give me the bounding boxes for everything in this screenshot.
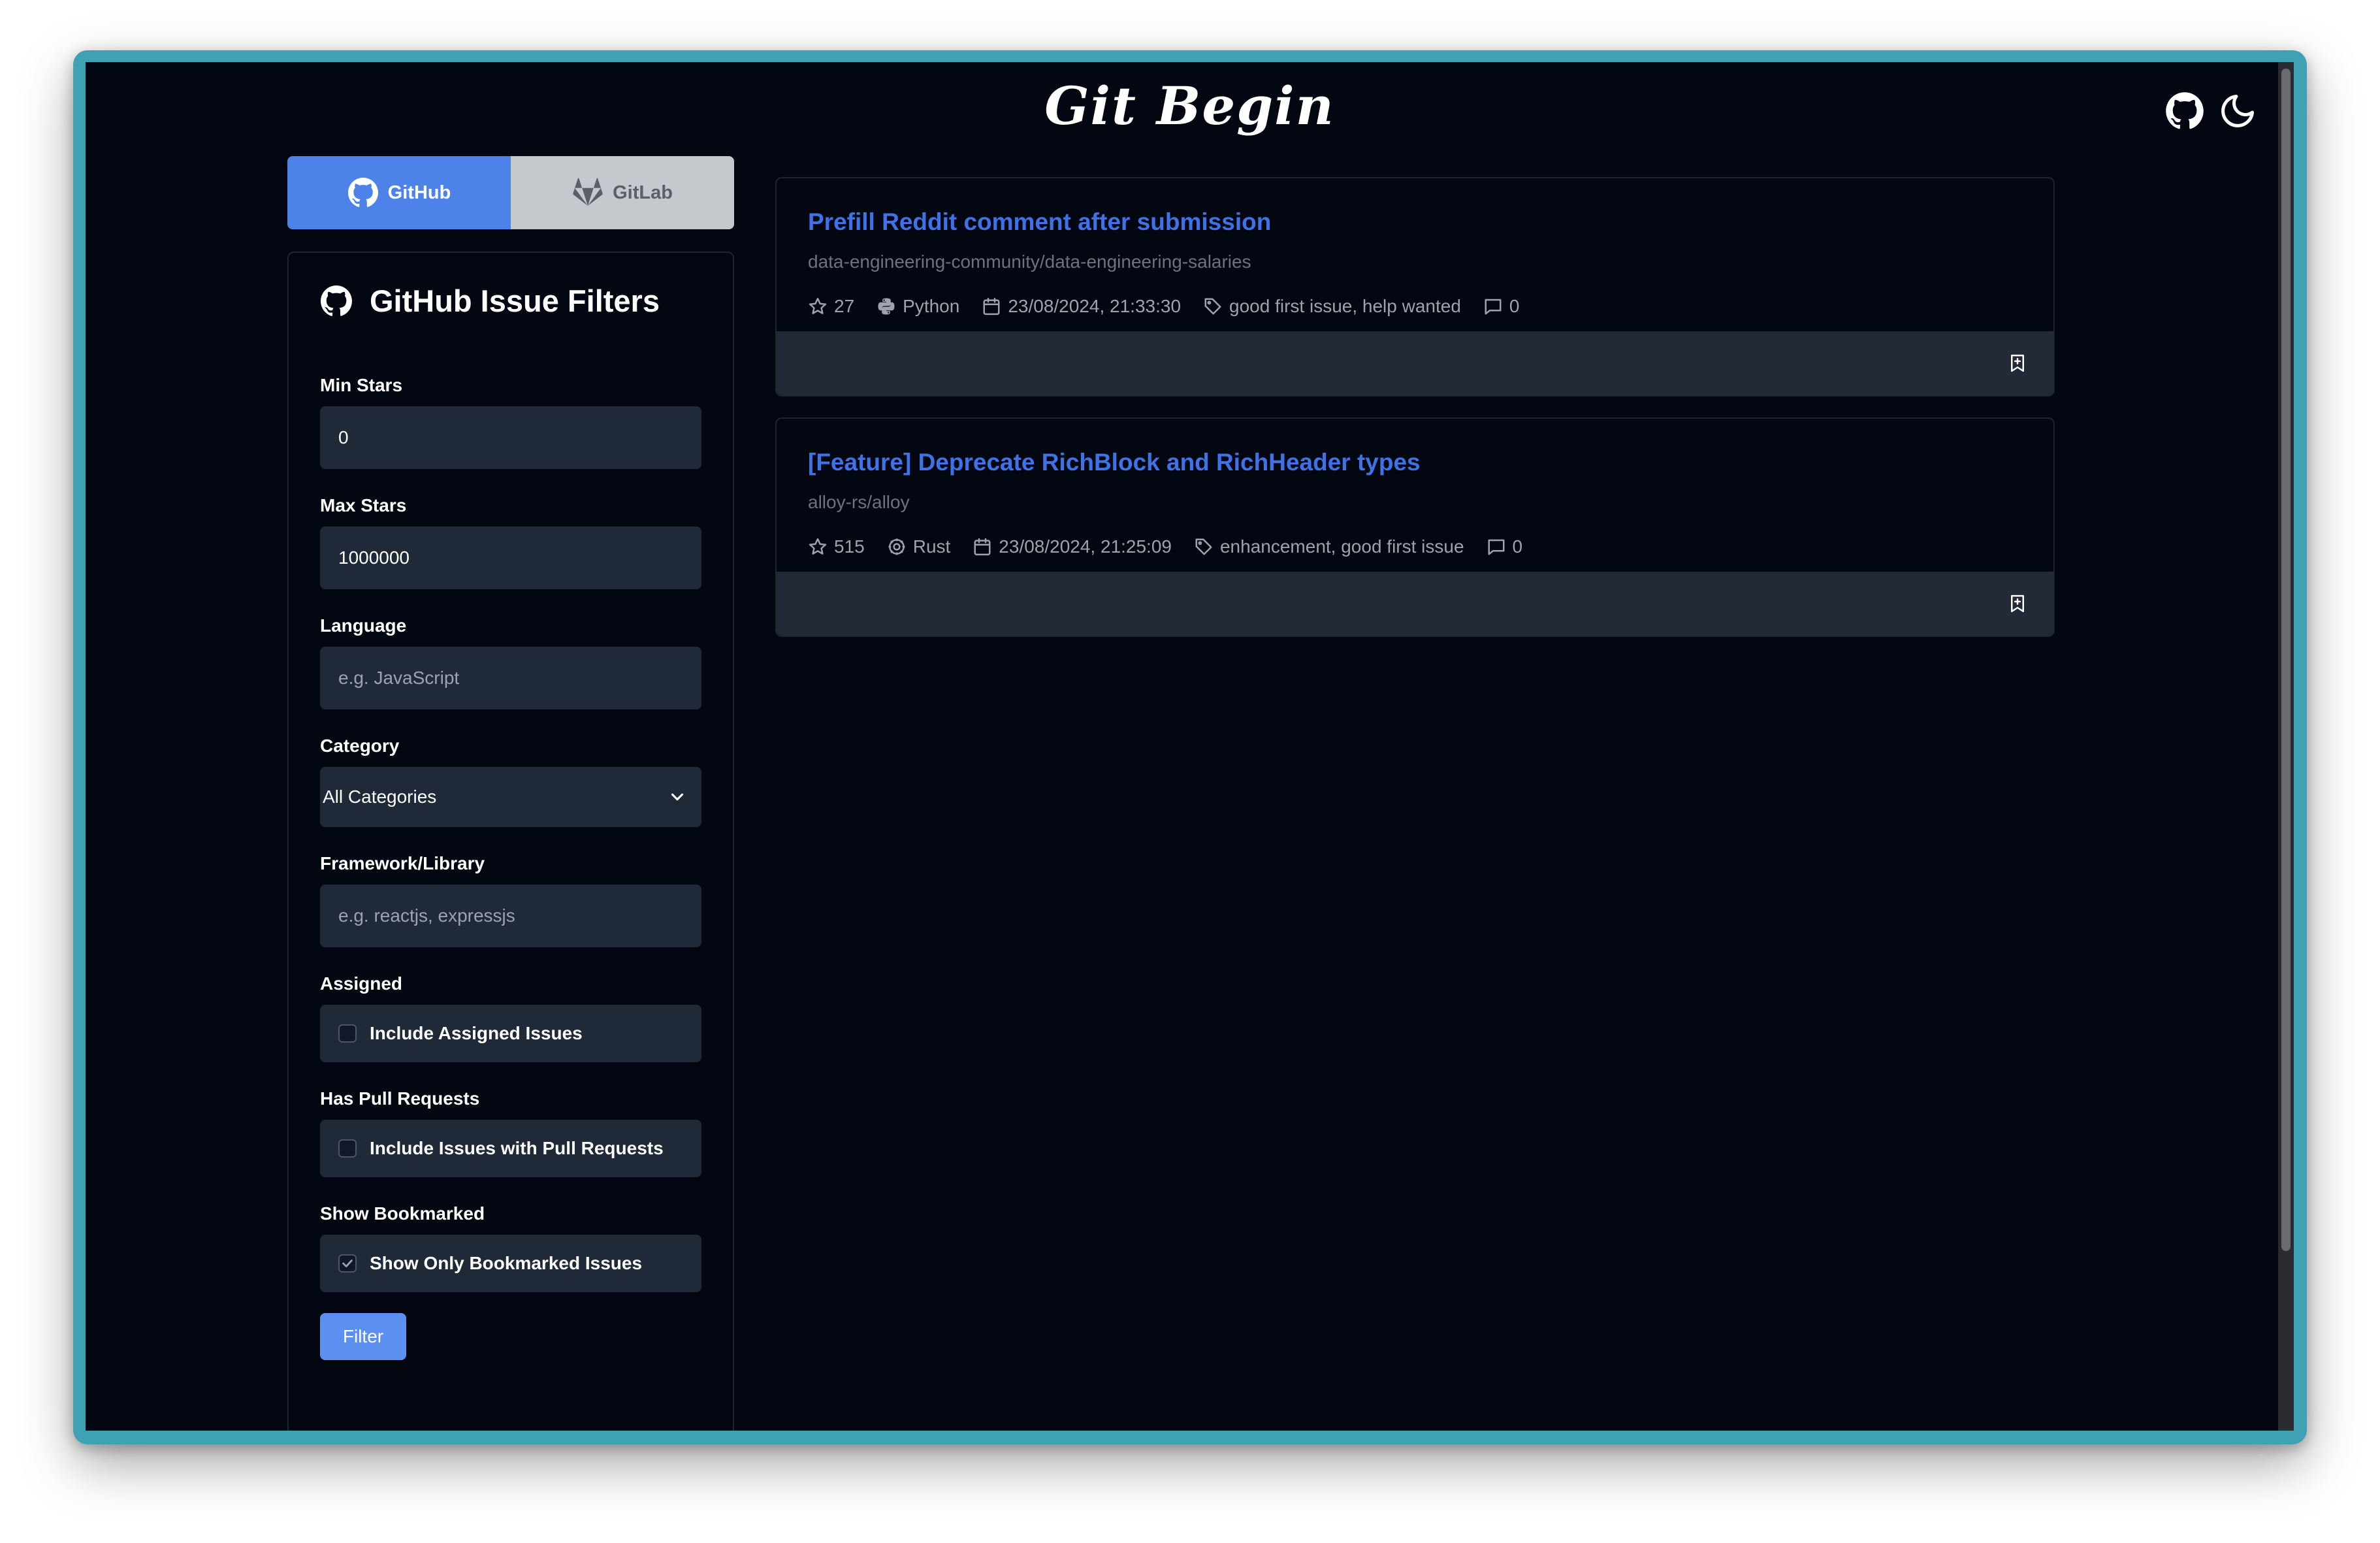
platform-tabs: GitHub GitLab (287, 156, 734, 229)
issue-repo: data-engineering-community/data-engineer… (808, 252, 1251, 272)
theme-toggle-moon-icon[interactable] (2218, 91, 2257, 131)
app-title: Git Begin (1044, 75, 1335, 137)
assigned-checkbox[interactable] (338, 1024, 357, 1043)
issue-date: 23/08/2024, 21:33:30 (1008, 296, 1182, 316)
tag-icon (1195, 538, 1212, 555)
language-label: Language (320, 615, 407, 636)
tab-github[interactable]: GitHub (287, 156, 511, 229)
bookmarked-checkbox-label: Show Only Bookmarked Issues (370, 1253, 643, 1273)
issue-stars: 27 (834, 296, 855, 316)
comment-icon (1488, 539, 1505, 555)
filter-panel: GitHub Issue Filters Min Stars 0 Max Sta… (287, 252, 734, 1431)
pull-requests-checkbox[interactable] (338, 1139, 357, 1158)
checkmark-icon (342, 1259, 353, 1267)
assigned-checkbox-row[interactable]: Include Assigned Issues (320, 1005, 701, 1062)
issue-labels: good first issue, help wanted (1229, 296, 1461, 316)
issue-language: Rust (912, 536, 951, 557)
pull-requests-label: Has Pull Requests (320, 1088, 480, 1109)
issue-list: Prefill Reddit comment after submission … (775, 177, 2055, 658)
pull-requests-checkbox-label: Include Issues with Pull Requests (370, 1138, 664, 1158)
category-label: Category (320, 736, 400, 756)
issue-stars: 515 (834, 536, 865, 557)
issue-title-link[interactable]: Prefill Reddit comment after submission (808, 208, 2022, 236)
filter-button[interactable]: Filter (320, 1313, 406, 1360)
star-icon (809, 538, 827, 555)
tab-github-label: GitHub (387, 182, 451, 203)
issue-repo: alloy-rs/alloy (808, 492, 910, 512)
issue-language: Python (903, 296, 960, 316)
bookmarked-label: Show Bookmarked (320, 1203, 485, 1224)
bookmarked-checkbox-row[interactable]: Show Only Bookmarked Issues (320, 1235, 701, 1292)
framework-input[interactable]: e.g. reactjs, expressjs (320, 885, 701, 947)
app-window: Git Begin GitHub GitLab GitHub Issue Fil… (86, 62, 2294, 1431)
issue-footer (777, 331, 2053, 395)
filter-title-text: GitHub Issue Filters (370, 284, 660, 318)
pull-requests-checkbox-row[interactable]: Include Issues with Pull Requests (320, 1120, 701, 1177)
python-icon (878, 298, 895, 315)
issue-card: [Feature] Deprecate RichBlock and RichHe… (775, 417, 2055, 637)
max-stars-label: Max Stars (320, 495, 407, 515)
assigned-checkbox-label: Include Assigned Issues (370, 1023, 583, 1043)
tag-icon (1204, 298, 1221, 315)
github-link-icon[interactable] (2165, 91, 2204, 131)
language-input[interactable]: e.g. JavaScript (320, 647, 701, 709)
bookmark-icon[interactable] (2008, 353, 2027, 373)
gitlab-icon (573, 178, 603, 206)
framework-label: Framework/Library (320, 853, 485, 873)
sidebar: GitHub GitLab GitHub Issue Filters Min S… (287, 156, 734, 1431)
bookmark-icon[interactable] (2008, 594, 2027, 613)
filter-panel-title: GitHub Issue Filters (320, 283, 701, 319)
assigned-label: Assigned (320, 973, 403, 994)
scrollbar[interactable] (2278, 62, 2294, 1431)
tab-gitlab-label: GitLab (613, 182, 673, 203)
tab-gitlab[interactable]: GitLab (511, 156, 734, 229)
star-icon (809, 297, 827, 314)
calendar-icon (974, 538, 991, 556)
chevron-down-icon (671, 793, 684, 801)
bookmarked-checkbox[interactable] (338, 1254, 357, 1273)
issue-meta: 27 Python 23/08/2024, 21:33:30 good firs… (808, 296, 2022, 317)
comment-icon (1485, 299, 1502, 315)
issue-labels: enhancement, good first issue (1219, 536, 1464, 557)
calendar-icon (983, 297, 1000, 316)
issue-meta: 515 Rust 23/08/2024, 21:25:09 enhancemen… (808, 536, 2022, 557)
github-icon (347, 178, 378, 207)
issue-date: 23/08/2024, 21:25:09 (999, 536, 1172, 557)
max-stars-input[interactable]: 1000000 (320, 527, 701, 589)
min-stars-input[interactable]: 0 (320, 406, 701, 469)
issue-card: Prefill Reddit comment after submission … (775, 177, 2055, 397)
issue-comments: 0 (1512, 536, 1523, 557)
issue-comments: 0 (1509, 296, 1520, 316)
issue-title-link[interactable]: [Feature] Deprecate RichBlock and RichHe… (808, 449, 2022, 476)
scrollbar-thumb[interactable] (2281, 69, 2291, 1251)
category-selected-value: All Categories (323, 787, 437, 807)
issue-footer (777, 572, 2053, 636)
min-stars-label: Min Stars (320, 375, 403, 395)
category-select[interactable]: All Categories (320, 767, 701, 827)
github-icon (321, 285, 352, 316)
rust-icon (888, 538, 905, 555)
